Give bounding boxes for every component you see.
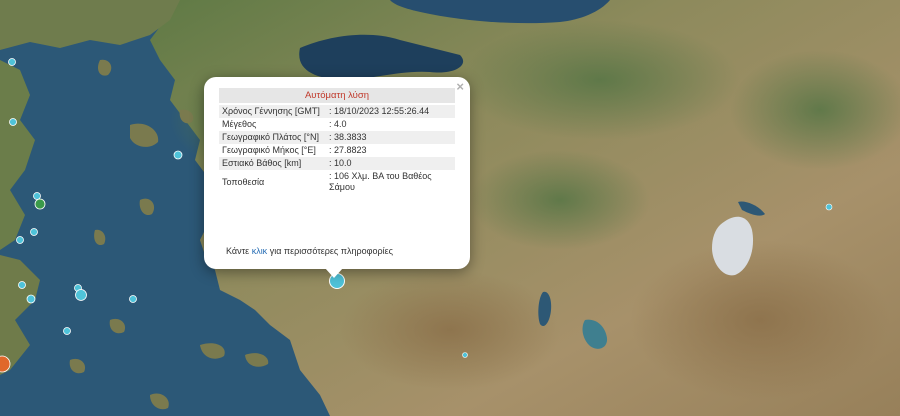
- more-info-link[interactable]: κλικ: [252, 246, 268, 256]
- info-label: Τοποθεσία: [222, 176, 265, 187]
- terrain-patch: [340, 270, 560, 390]
- earthquake-marker[interactable]: [75, 289, 87, 301]
- info-row-magnitude: Μέγεθος : 4.0: [219, 118, 455, 131]
- info-row-depth: Εστιακό Βάθος [km] : 10.0: [219, 157, 455, 170]
- earthquake-info-table: Χρόνος Γέννησης [GMT] : 18/10/2023 12:55…: [219, 105, 455, 194]
- earthquake-marker[interactable]: [26, 294, 36, 304]
- earthquake-marker[interactable]: [33, 192, 41, 200]
- earthquake-marker[interactable]: [129, 295, 137, 303]
- earthquake-marker[interactable]: [9, 118, 17, 126]
- info-value: : 18/10/2023 12:55:26.44: [325, 105, 455, 118]
- earthquake-marker[interactable]: [34, 198, 46, 210]
- earthquake-marker[interactable]: [30, 228, 38, 236]
- more-info-suffix: για περισσότερες πληροφορίες: [269, 246, 393, 256]
- earthquake-marker[interactable]: [63, 327, 71, 335]
- info-label: Γεωγραφικό Μήκος [°E]: [222, 145, 316, 155]
- earthquake-marker[interactable]: [16, 236, 24, 244]
- popup-tip: [325, 268, 343, 278]
- terrain-patch: [470, 150, 650, 250]
- earthquake-popup: × Αυτόματη λύση Χρόνος Γέννησης [GMT] : …: [204, 77, 470, 269]
- close-icon[interactable]: ×: [456, 79, 464, 94]
- info-label: Μέγεθος: [222, 119, 257, 129]
- earthquake-marker[interactable]: [825, 203, 833, 211]
- info-row-origin-time: Χρόνος Γέννησης [GMT] : 18/10/2023 12:55…: [219, 105, 455, 118]
- info-value: : 10.0: [325, 157, 455, 170]
- info-label: Εστιακό Βάθος [km]: [219, 157, 325, 170]
- earthquake-marker[interactable]: [173, 150, 183, 160]
- earthquake-marker[interactable]: [462, 352, 468, 358]
- info-row-longitude: Γεωγραφικό Μήκος [°E] : 27.8823: [219, 144, 455, 157]
- terrain-patch: [630, 240, 890, 400]
- info-label: Γεωγραφικό Πλάτος [°N]: [219, 131, 325, 144]
- info-value: : 106 Χλμ. ΒΑ του Βαθέος Σάμου: [329, 171, 432, 192]
- info-row-latitude: Γεωγραφικό Πλάτος [°N] : 38.3833: [219, 131, 455, 144]
- info-value: : 4.0: [329, 119, 347, 129]
- popup-title: Αυτόματη λύση: [219, 88, 455, 103]
- more-info-text: Κάντε κλικ για περισσότερες πληροφορίες: [226, 246, 393, 256]
- earthquake-marker[interactable]: [8, 58, 16, 66]
- info-row-location: Τοποθεσία : 106 Χλμ. ΒΑ του Βαθέος Σάμου: [219, 170, 455, 194]
- terrain-patch: [460, 20, 740, 140]
- earthquake-marker[interactable]: [18, 281, 26, 289]
- info-value: : 38.3833: [325, 131, 455, 144]
- more-info-prefix: Κάντε: [226, 246, 250, 256]
- info-label: Χρόνος Γέννησης [GMT]: [219, 105, 325, 118]
- info-value: : 27.8823: [329, 145, 367, 155]
